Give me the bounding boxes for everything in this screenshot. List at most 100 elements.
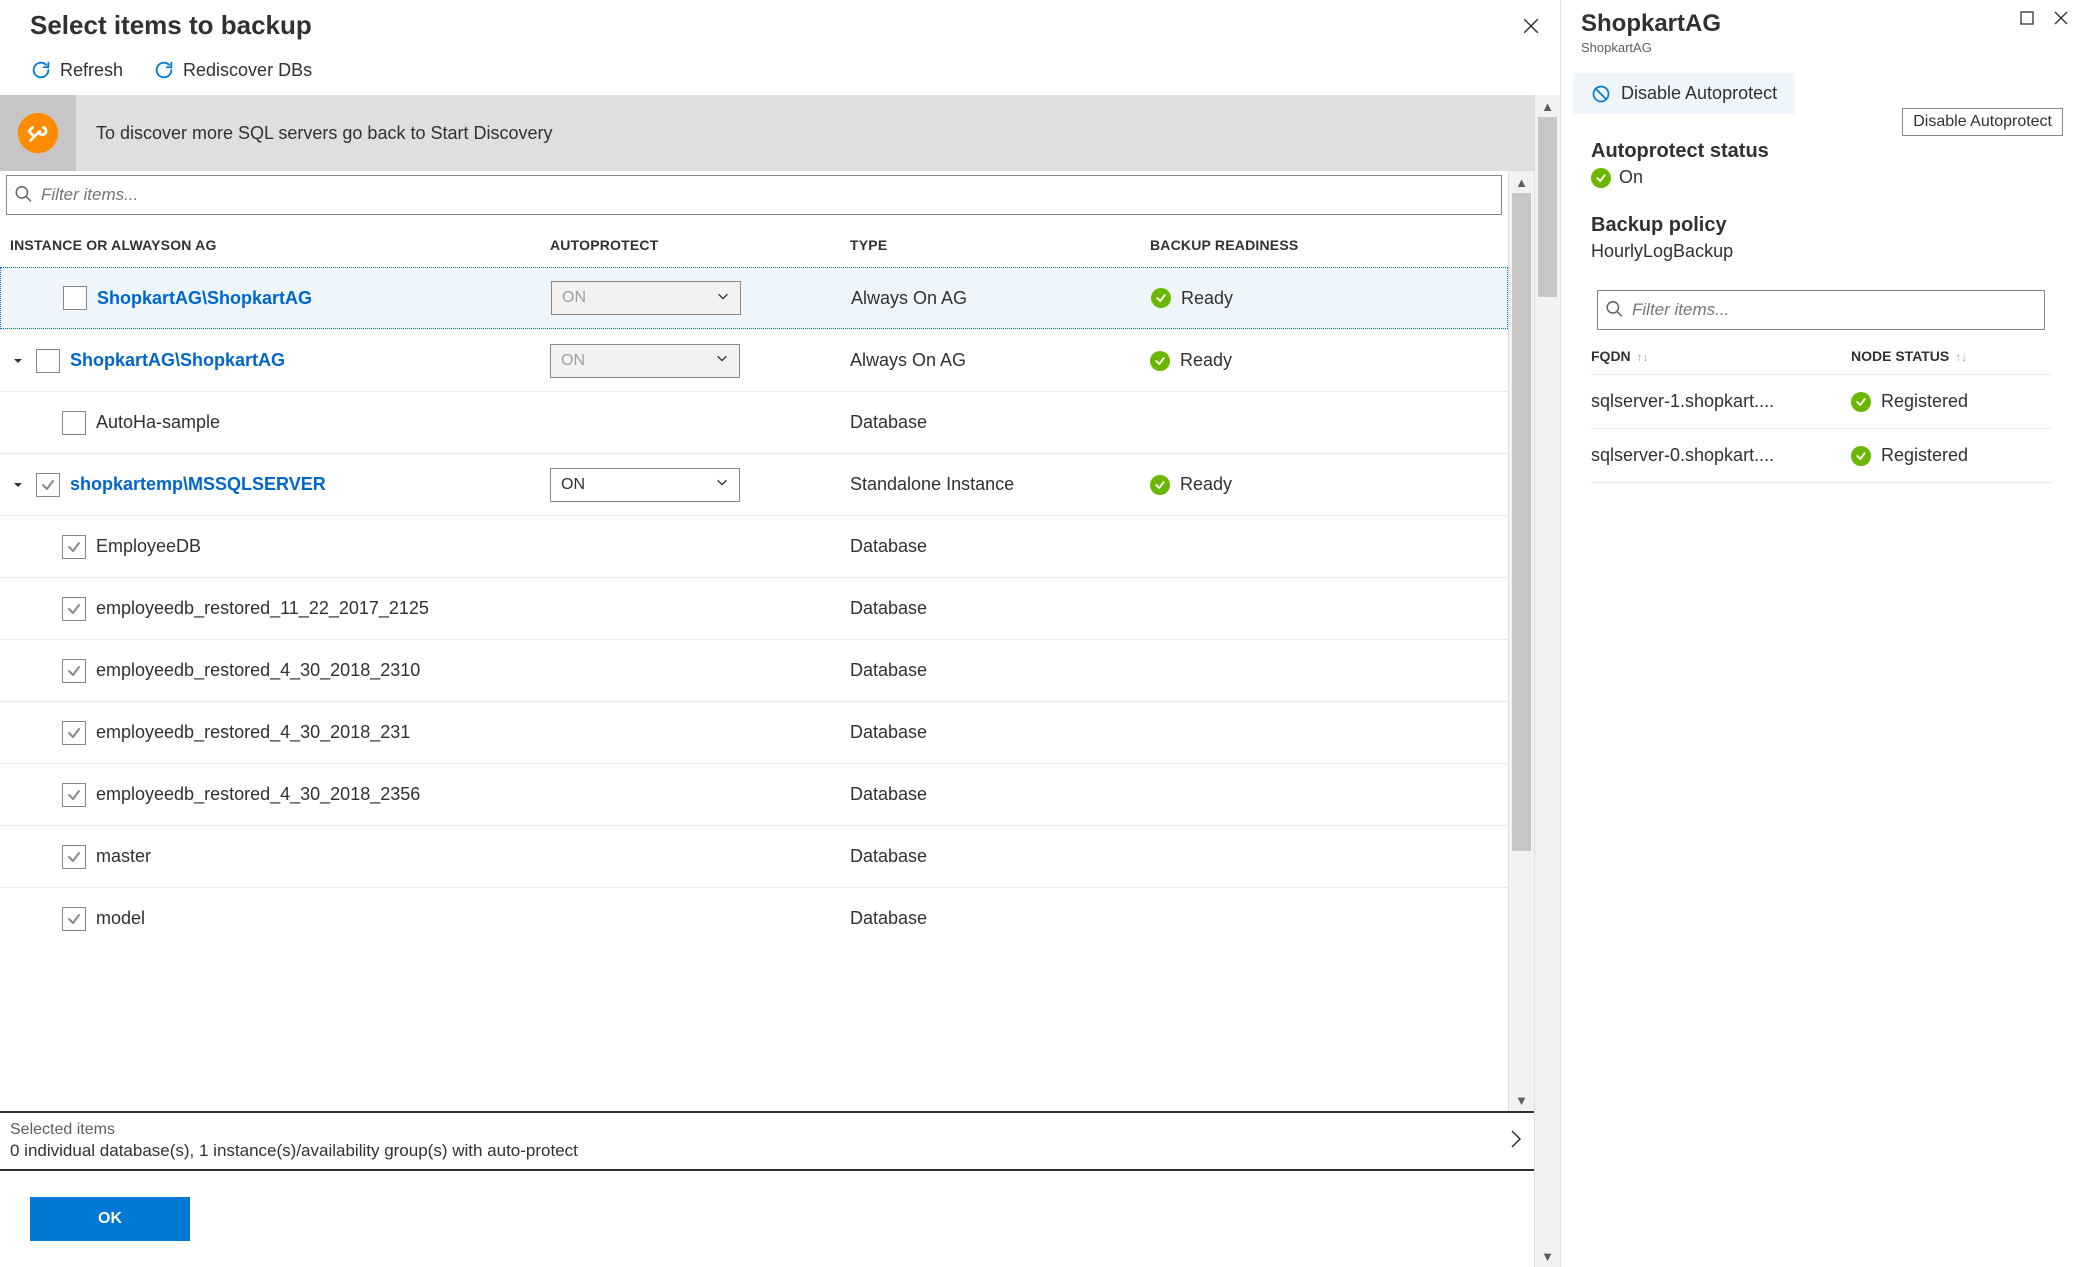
node-filter-input[interactable] [1597,290,2045,330]
info-banner: To discover more SQL servers go back to … [0,95,1534,171]
checkbox[interactable] [62,721,86,745]
chevron-down-icon [716,289,730,308]
close-icon[interactable] [1522,17,1540,35]
scroll-up-icon[interactable]: ▲ [1509,171,1534,193]
database-name: employeedb_restored_4_30_2018_2356 [96,784,420,805]
tooltip: Disable Autoprotect [1902,108,2063,136]
node-fqdn: sqlserver-1.shopkart.... [1591,391,1851,412]
checkbox[interactable] [62,783,86,807]
right-panel-header: ShopkartAG ShopkartAG [1561,0,2081,55]
scroll-thumb[interactable] [1538,117,1557,297]
rediscover-button[interactable]: Rediscover DBs [153,59,312,81]
header-instance[interactable]: INSTANCE OR ALWAYSON AG [10,237,550,253]
maximize-icon[interactable] [2019,10,2035,26]
close-icon[interactable] [2053,10,2069,26]
checkbox[interactable] [63,286,87,310]
disable-autoprotect-button[interactable]: Disable Autoprotect [1573,73,1795,114]
selected-items-summary: 0 individual database(s), 1 instance(s)/… [10,1141,578,1161]
database-name: model [96,908,145,929]
node-headers: FQDN↑↓ NODE STATUS↑↓ [1591,330,2051,375]
readiness-value: Ready [1180,350,1232,371]
caret-down-icon[interactable] [10,479,26,491]
autoprotect-select[interactable]: ON [551,281,741,315]
table-row[interactable]: EmployeeDBDatabase [0,515,1508,577]
database-name: employeedb_restored_4_30_2018_231 [96,722,410,743]
header-type[interactable]: TYPE [850,237,1150,253]
node-row[interactable]: sqlserver-1.shopkart....Registered [1591,375,2051,429]
chevron-down-icon [715,351,729,370]
table-row[interactable]: ShopkartAG\ShopkartAG ON Always On AG Ready [0,329,1508,391]
database-name: employeedb_restored_11_22_2017_2125 [96,598,429,619]
header-readiness[interactable]: BACKUP READINESS [1150,237,1498,253]
database-name: employeedb_restored_4_30_2018_2310 [96,660,420,681]
table-row[interactable]: AutoHa-sampleDatabase [0,391,1508,453]
right-subtitle: ShopkartAG [1581,40,1721,55]
backup-policy-value: HourlyLogBackup [1591,241,1733,262]
header-fqdn[interactable]: FQDN↑↓ [1591,348,1851,364]
type-cell: Database [850,784,1150,805]
chevron-down-icon [715,475,729,494]
header-autoprotect[interactable]: AUTOPROTECT [550,237,850,253]
autoprotect-status-value: On [1619,167,1643,188]
table-row[interactable]: employeedb_restored_4_30_2018_231Databas… [0,701,1508,763]
selected-items-label: Selected items [10,1121,578,1139]
node-status-value: Registered [1881,445,1968,466]
header-node-status[interactable]: NODE STATUS↑↓ [1851,348,2051,364]
table-row[interactable]: employeedb_restored_4_30_2018_2356 Databa… [0,763,1508,825]
autoprotect-status-label: Autoprotect status [1591,140,2051,163]
type-cell: Database [850,908,1150,929]
banner-text: To discover more SQL servers go back to … [96,123,553,144]
search-icon [14,185,32,206]
checkbox[interactable] [36,349,60,373]
type-cell: Database [850,846,1150,867]
checkbox[interactable] [62,411,86,435]
scroll-thumb[interactable] [1512,193,1531,851]
type-cell: Database [850,536,1150,557]
checkbox[interactable] [62,597,86,621]
disable-autoprotect-label: Disable Autoprotect [1621,83,1777,104]
table-row[interactable]: model Database [0,887,1508,949]
sort-icon: ↑↓ [1637,350,1649,364]
refresh-button[interactable]: Refresh [30,59,123,81]
autoprotect-select[interactable]: ON [550,468,740,502]
panel-scrollbar[interactable]: ▲ ▼ [1534,95,1560,1267]
sort-icon: ↑↓ [1955,350,1967,364]
check-icon [1150,351,1170,371]
checkbox[interactable] [62,659,86,683]
database-name: AutoHa-sample [96,412,220,433]
table-row[interactable]: ShopkartAG\ShopkartAGONAlways On AGReady [0,267,1508,329]
table-row[interactable]: employeedb_restored_11_22_2017_2125Datab… [0,577,1508,639]
right-title: ShopkartAG [1581,10,1721,38]
scroll-down-icon[interactable]: ▼ [1509,1089,1534,1111]
checkbox[interactable] [62,535,86,559]
instance-link[interactable]: shopkartemp\MSSQLSERVER [70,474,326,495]
type-cell: Standalone Instance [850,474,1150,495]
readiness-value: Ready [1181,288,1233,309]
table-row[interactable]: employeedb_restored_4_30_2018_2310Databa… [0,639,1508,701]
instance-link[interactable]: ShopkartAG\ShopkartAG [97,288,312,309]
scroll-down-icon[interactable]: ▼ [1535,1245,1560,1267]
table-row[interactable]: shopkartemp\MSSQLSERVER ON Standalone Inst… [0,453,1508,515]
checkbox[interactable] [62,845,86,869]
filter-input[interactable] [6,175,1502,215]
scroll-up-icon[interactable]: ▲ [1535,95,1560,117]
node-fqdn: sqlserver-0.shopkart.... [1591,445,1851,466]
checkbox[interactable] [36,473,60,497]
chevron-right-icon[interactable] [1508,1127,1524,1156]
type-cell: Always On AG [850,350,1150,371]
caret-down-icon[interactable] [10,355,26,367]
check-icon [1851,446,1871,466]
autoprotect-select[interactable]: ON [550,344,740,378]
ok-button[interactable]: OK [30,1197,190,1241]
left-panel-header: Select items to backup [0,0,1560,49]
node-filter-wrap [1597,290,2045,330]
readiness-value: Ready [1180,474,1232,495]
checkbox[interactable] [62,907,86,931]
table-scrollbar[interactable]: ▲ ▼ [1508,171,1534,1111]
check-icon [1851,392,1871,412]
instance-link[interactable]: ShopkartAG\ShopkartAG [70,350,285,371]
table-row[interactable]: masterDatabase [0,825,1508,887]
selected-items-footer[interactable]: Selected items 0 individual database(s),… [0,1111,1534,1171]
table-headers: INSTANCE OR ALWAYSON AG AUTOPROTECT TYPE… [0,215,1508,267]
node-row[interactable]: sqlserver-0.shopkart.... Registered [1591,429,2051,483]
